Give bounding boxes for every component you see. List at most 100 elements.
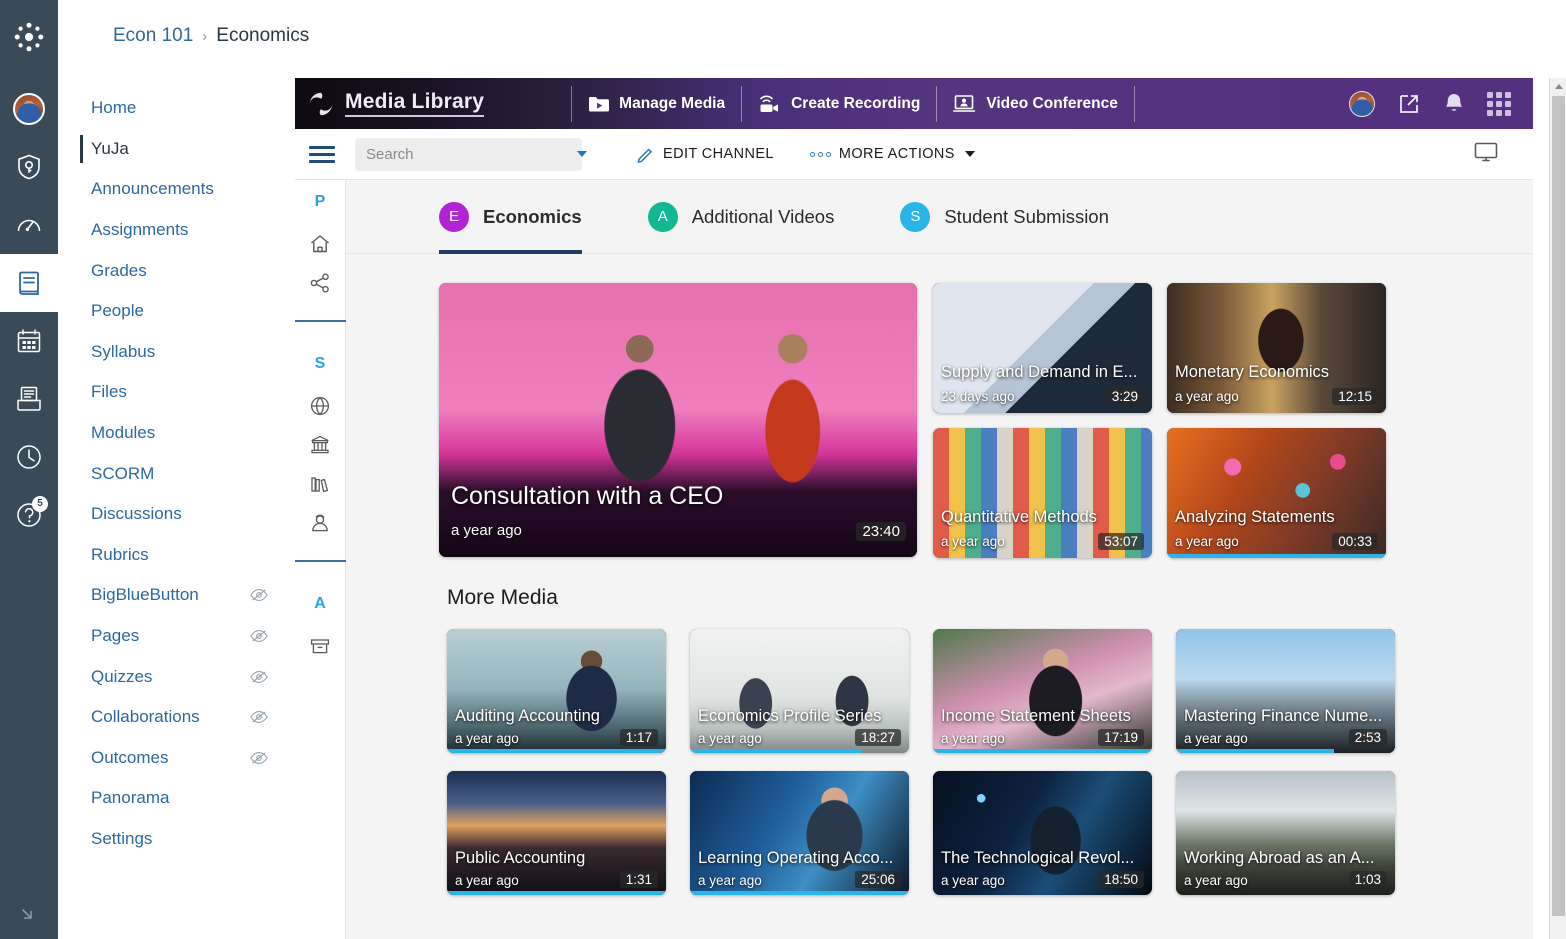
video-card[interactable]: Auditing Accounting a year ago 1:17: [447, 629, 666, 753]
edit-channel-button[interactable]: EDIT CHANNEL: [636, 145, 774, 164]
video-card[interactable]: Quantitative Methods a year ago 53:07: [933, 428, 1152, 558]
video-card[interactable]: Mastering Finance Nume... a year ago 2:53: [1176, 629, 1395, 753]
sidebar-toggle-button[interactable]: [309, 145, 335, 163]
monitor-icon: [1474, 142, 1498, 161]
sidebar-item-scorm[interactable]: SCORM: [58, 453, 296, 494]
courses-icon[interactable]: [0, 254, 58, 312]
rail-section-archive: A: [295, 582, 346, 665]
watch-progress-bar: [1176, 749, 1334, 753]
sidebar-item-discussions[interactable]: Discussions: [58, 494, 296, 535]
sidebar-item-home[interactable]: Home: [58, 88, 296, 129]
share-icon[interactable]: [309, 263, 331, 302]
sidebar-item-modules[interactable]: Modules: [58, 413, 296, 454]
video-title: Learning Operating Acco...: [698, 849, 894, 867]
video-duration: 3:29: [1105, 388, 1144, 405]
video-conference-button[interactable]: Video Conference: [937, 87, 1134, 121]
yuja-header: Media Library Manage Media Create Record…: [295, 78, 1533, 129]
video-title: Monetary Economics: [1175, 363, 1330, 381]
sidebar-item-yuja[interactable]: YuJa: [58, 129, 296, 170]
sidebar-item-bigbluebutton[interactable]: BigBlueButton: [58, 575, 296, 616]
more-media-grid: Auditing Accounting a year ago 1:17 Economi…: [439, 629, 1533, 895]
archive-box-icon[interactable]: [309, 626, 331, 665]
admin-shield-icon[interactable]: [0, 138, 58, 196]
vertical-scrollbar[interactable]: [1549, 78, 1566, 939]
video-card[interactable]: Income Statement Sheets a year ago 17:19: [933, 629, 1152, 753]
sidebar-item-collaborations[interactable]: Collaborations: [58, 697, 296, 738]
sidebar-item-label: Rubrics: [91, 544, 149, 564]
breadcrumb-course-link[interactable]: Econ 101: [113, 25, 193, 47]
sidebar-item-pages[interactable]: Pages: [58, 616, 296, 657]
bell-icon[interactable]: [1443, 92, 1465, 116]
manage-media-button[interactable]: Manage Media: [572, 87, 741, 121]
inbox-icon[interactable]: [0, 370, 58, 428]
sidebar-item-label: SCORM: [91, 463, 155, 483]
create-recording-button[interactable]: Create Recording: [742, 87, 936, 121]
yuja-brand[interactable]: Media Library: [295, 90, 485, 117]
rail-letter-s: S: [314, 355, 326, 372]
video-card[interactable]: Public Accounting a year ago 1:31: [447, 771, 666, 895]
sidebar-item-settings[interactable]: Settings: [58, 819, 296, 860]
globe-icon[interactable]: [309, 386, 331, 425]
video-card[interactable]: Monetary Economics a year ago 12:15: [1167, 283, 1386, 413]
user-group-icon[interactable]: [309, 503, 331, 542]
sidebar-item-files[interactable]: Files: [58, 372, 296, 413]
video-age: a year ago: [1184, 731, 1248, 746]
video-card[interactable]: Supply and Demand in E... 23 days ago 3:29: [933, 283, 1152, 413]
video-title: Working Abroad as an A...: [1184, 849, 1375, 867]
home-icon[interactable]: [309, 224, 331, 263]
header-divider: [1133, 85, 1135, 122]
video-card[interactable]: Learning Operating Acco... a year ago 25:0…: [690, 771, 909, 895]
sidebar-item-syllabus[interactable]: Syllabus: [58, 332, 296, 373]
featured-video-card[interactable]: Consultation with a CEO a year ago 23:40: [439, 283, 917, 557]
course-navigation: Home YuJa Announcements Assignments Grades Pe…: [58, 72, 296, 859]
pencil-icon: [637, 147, 653, 163]
external-link-icon[interactable]: [1397, 92, 1421, 116]
account-avatar[interactable]: [0, 80, 58, 138]
top-bar: Econ 101 › Economics: [58, 0, 309, 72]
search-box[interactable]: [355, 137, 587, 171]
featured-thumbnail: [439, 283, 917, 557]
institution-icon[interactable]: [309, 425, 331, 464]
more-actions-button[interactable]: MORE ACTIONS: [809, 146, 975, 162]
search-input[interactable]: [366, 145, 565, 163]
sidebar-item-outcomes[interactable]: Outcomes: [58, 738, 296, 779]
video-conference-label: Video Conference: [986, 94, 1118, 112]
hidden-eye-icon: [250, 751, 268, 764]
scroll-up-button[interactable]: [1550, 78, 1566, 95]
scrollbar-thumb[interactable]: [1552, 96, 1565, 916]
video-title: Supply and Demand in E...: [941, 363, 1138, 381]
video-title: Public Accounting: [455, 849, 586, 867]
sidebar-item-people[interactable]: People: [58, 291, 296, 332]
sidebar-item-announcements[interactable]: Announcements: [58, 169, 296, 210]
featured-side-row: Quantitative Methods a year ago 53:07 Analy…: [933, 428, 1386, 558]
canvas-logo-icon[interactable]: [0, 8, 58, 66]
video-card[interactable]: The Technological Revol... a year ago 18:5…: [933, 771, 1152, 895]
calendar-icon[interactable]: [0, 312, 58, 370]
sidebar-item-rubrics[interactable]: Rubrics: [58, 535, 296, 576]
featured-duration: 23:40: [856, 522, 906, 541]
video-age: a year ago: [455, 731, 519, 746]
video-card[interactable]: Working Abroad as an A... a year ago 1:03: [1176, 771, 1395, 895]
sidebar-item-grades[interactable]: Grades: [58, 250, 296, 291]
help-icon[interactable]: 5: [0, 486, 58, 544]
yuja-user-avatar[interactable]: [1349, 90, 1375, 117]
search-filter-chevron-down-icon[interactable]: [577, 151, 587, 157]
chevron-up-icon: [1554, 84, 1563, 89]
tab-economics[interactable]: E Economics: [439, 180, 582, 254]
display-mode-button[interactable]: [1473, 141, 1533, 168]
tab-additional-videos[interactable]: A Additional Videos: [647, 180, 834, 254]
apps-grid-icon[interactable]: [1487, 91, 1511, 116]
video-card[interactable]: Analyzing Statements a year ago 00:33: [1167, 428, 1386, 558]
tab-avatar-initial: A: [647, 201, 678, 232]
library-icon[interactable]: [309, 464, 331, 503]
sidebar-item-assignments[interactable]: Assignments: [58, 210, 296, 251]
history-clock-icon[interactable]: [0, 428, 58, 486]
video-card[interactable]: Economics Profile Series a year ago 18:27: [690, 629, 909, 753]
dashboard-icon[interactable]: [0, 196, 58, 254]
collapse-nav-button[interactable]: [0, 893, 58, 939]
featured-title: Consultation with a CEO: [451, 482, 724, 510]
sidebar-item-quizzes[interactable]: Quizzes: [58, 656, 296, 697]
sidebar-item-panorama[interactable]: Panorama: [58, 778, 296, 819]
video-duration: 1:31: [619, 871, 658, 888]
tab-student-submission[interactable]: S Student Submission: [900, 180, 1109, 254]
